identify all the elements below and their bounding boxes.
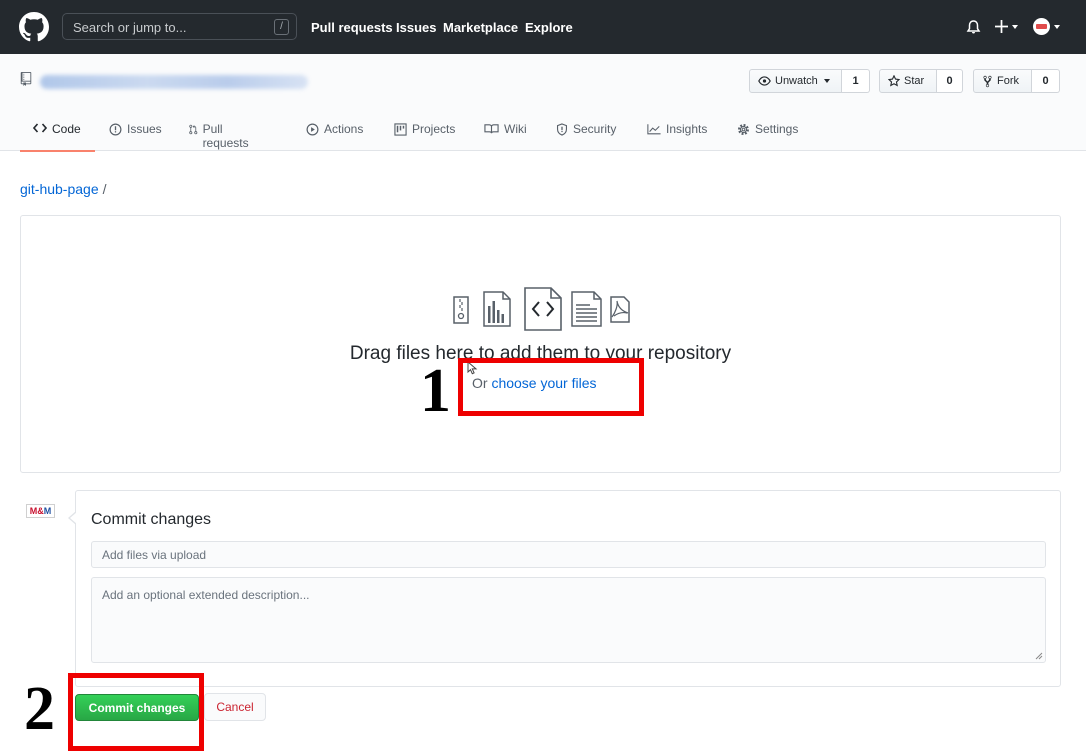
cancel-button[interactable]: Cancel — [204, 693, 266, 721]
eye-icon — [758, 76, 771, 86]
tab-insights[interactable]: Insights — [647, 114, 707, 151]
fork-button-group: Fork 0 — [973, 69, 1060, 93]
search-shortcut-key: / — [274, 19, 289, 35]
committer-avatar: M&M — [26, 504, 55, 518]
tab-security[interactable]: Security — [556, 114, 616, 151]
breadcrumb-separator: / — [102, 181, 107, 197]
pull-request-icon — [189, 124, 198, 135]
avatar-text-1: M& — [29, 506, 44, 516]
commit-form: Commit changes — [68, 490, 1061, 687]
annotation-box-1 — [458, 358, 644, 416]
tab-wiki[interactable]: Wiki — [484, 114, 527, 151]
tab-settings-label: Settings — [755, 122, 799, 136]
fork-count[interactable]: 0 — [1032, 69, 1060, 93]
bell-icon[interactable] — [966, 19, 981, 35]
fork-label: Fork — [997, 75, 1019, 87]
github-logo-icon[interactable] — [19, 12, 49, 42]
tab-pull-requests-label: Pull requests — [202, 122, 249, 150]
star-button-group: Star 0 — [879, 69, 963, 93]
annotation-box-2 — [68, 673, 204, 751]
nav-marketplace[interactable]: Marketplace — [443, 20, 518, 35]
search-input[interactable]: Search or jump to... / — [62, 13, 297, 40]
commit-description-input[interactable] — [91, 577, 1046, 663]
star-button[interactable]: Star — [879, 69, 937, 93]
global-header: Search or jump to... / Pull requests Iss… — [0, 0, 1086, 54]
tab-projects[interactable]: Projects — [394, 114, 455, 151]
repo-name-blurred — [40, 75, 308, 89]
nav-pull-requests[interactable]: Pull requests — [311, 20, 393, 35]
avatar-dropdown-caret-icon — [1054, 25, 1060, 29]
nav-issues[interactable]: Issues — [396, 20, 436, 35]
graph-icon — [647, 124, 661, 135]
nav-explore[interactable]: Explore — [525, 20, 573, 35]
issue-opened-icon — [109, 123, 122, 136]
fork-button[interactable]: Fork — [973, 69, 1032, 93]
shield-icon — [556, 123, 568, 136]
tab-issues[interactable]: Issues — [109, 114, 162, 151]
star-count[interactable]: 0 — [937, 69, 963, 93]
commit-summary-input[interactable] — [91, 541, 1046, 568]
repo-icon — [20, 72, 32, 86]
avatar-text-2: M — [43, 506, 52, 516]
file-text-icon — [571, 291, 602, 327]
watch-button-group: Unwatch 1 — [749, 69, 870, 93]
selected-tab-underline — [20, 150, 95, 152]
avatar-mark-icon — [1036, 24, 1047, 29]
watch-count[interactable]: 1 — [842, 69, 870, 93]
tab-code-label: Code — [52, 122, 81, 136]
unwatch-label: Unwatch — [775, 75, 818, 87]
tab-code[interactable]: Code — [33, 114, 81, 151]
tab-settings[interactable]: Settings — [737, 114, 798, 151]
gear-icon — [738, 124, 749, 135]
tab-pull-requests[interactable]: Pull requests — [189, 114, 252, 151]
tab-security-label: Security — [573, 122, 617, 136]
play-icon — [306, 123, 319, 136]
repo-header: Unwatch 1 Star 0 Fork 0 Code Issues Pull… — [0, 54, 1086, 152]
resize-grip-icon[interactable] — [1035, 652, 1043, 660]
tab-actions-label: Actions — [324, 122, 364, 136]
upload-dropzone[interactable]: Drag files here to add them to your repo… — [20, 215, 1061, 473]
tab-issues-label: Issues — [127, 122, 162, 136]
plus-dropdown-caret-icon — [1012, 25, 1018, 29]
watch-caret-icon — [823, 79, 830, 83]
file-code-icon — [524, 287, 562, 331]
star-label: Star — [904, 75, 925, 87]
star-icon — [888, 75, 900, 87]
file-pdf-icon — [610, 296, 630, 323]
file-chart-icon — [483, 291, 511, 327]
commit-form-title: Commit changes — [91, 511, 212, 528]
tab-projects-label: Projects — [412, 122, 456, 136]
fork-icon — [983, 75, 992, 87]
plus-icon[interactable] — [995, 20, 1008, 33]
file-types-icon — [453, 287, 630, 331]
file-zip-icon — [453, 296, 469, 324]
tab-wiki-label: Wiki — [504, 122, 527, 136]
code-icon — [33, 123, 47, 133]
avatar-icon[interactable] — [1033, 18, 1050, 35]
book-icon — [484, 124, 499, 134]
project-icon — [394, 123, 407, 136]
annotation-number-1: 1 — [420, 357, 451, 425]
breadcrumb-repo-link[interactable]: git-hub-page — [20, 181, 99, 197]
breadcrumb: git-hub-page / — [20, 181, 107, 197]
search-placeholder: Search or jump to... — [73, 20, 187, 35]
annotation-number-2: 2 — [24, 675, 55, 743]
unwatch-button[interactable]: Unwatch — [749, 69, 842, 93]
tab-insights-label: Insights — [666, 122, 708, 136]
tab-actions[interactable]: Actions — [306, 114, 363, 151]
